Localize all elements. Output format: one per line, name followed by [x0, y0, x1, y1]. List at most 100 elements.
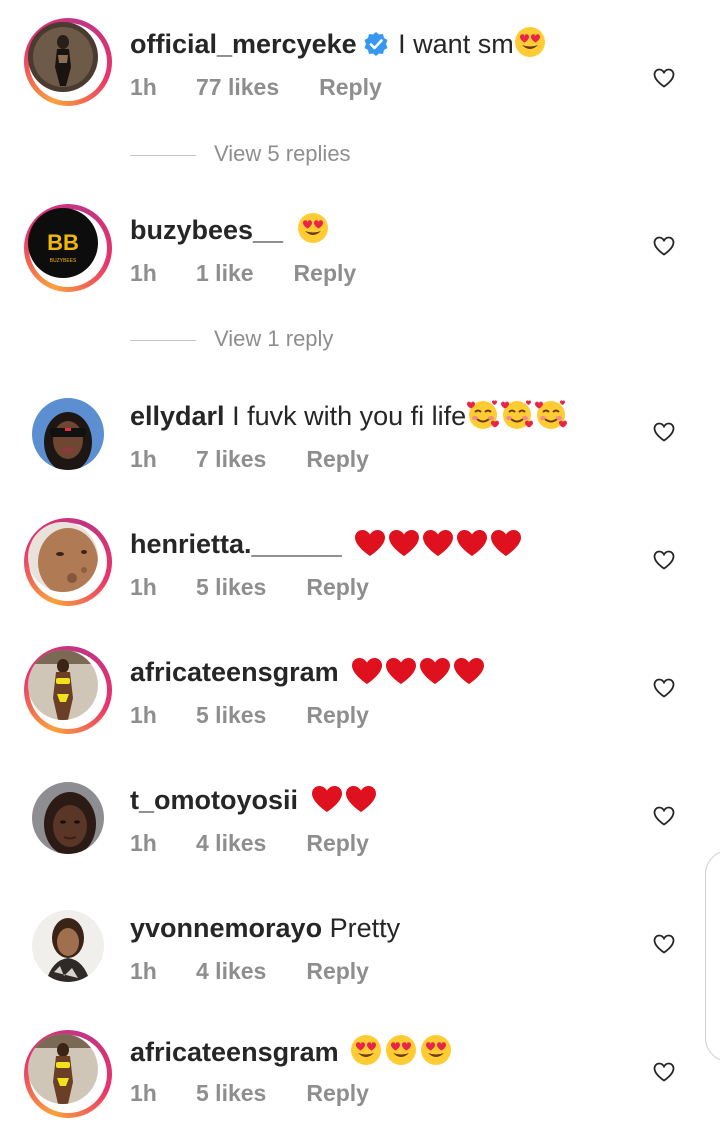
red-heart-emoji	[353, 528, 387, 567]
comment-item: africateensgram 1h 5 likes Reply	[0, 646, 720, 746]
reply-button[interactable]: Reply	[294, 260, 357, 287]
avatar-wrap[interactable]	[24, 902, 112, 990]
reply-button[interactable]: Reply	[306, 830, 369, 857]
view-replies-label: View 5 replies	[214, 141, 351, 166]
comment-text: I want sm	[398, 29, 514, 59]
red-heart-emoji	[489, 528, 523, 567]
avatar-wrap[interactable]	[24, 774, 112, 862]
comment-line: henrietta.______	[130, 526, 523, 567]
heart-eyes-emoji	[385, 1034, 417, 1075]
logo-text: BB	[47, 230, 79, 255]
comment-line: official_mercyeke I want sm	[130, 26, 546, 67]
comment-likes[interactable]: 77 likes	[196, 74, 279, 101]
comment-item: yvonnemorayo Pretty 1h 4 likes Reply	[0, 902, 720, 1002]
comment-line: africateensgram	[130, 654, 486, 695]
reply-button[interactable]: Reply	[306, 958, 369, 985]
heart-eyes-emoji	[350, 1034, 382, 1075]
avatar	[28, 522, 98, 592]
avatar-story-ring[interactable]	[24, 1030, 112, 1118]
reply-button[interactable]: Reply	[306, 702, 369, 729]
comment-username[interactable]: buzybees__	[130, 215, 283, 245]
heart-eyes-emoji	[514, 26, 546, 67]
heart-outline-icon[interactable]	[652, 420, 676, 444]
heart-eyes-emoji	[420, 1034, 452, 1075]
edge-panel-handle[interactable]	[705, 850, 720, 1062]
view-replies-button[interactable]: View 5 replies	[130, 141, 351, 171]
comment-likes[interactable]: 7 likes	[196, 446, 266, 473]
comment-meta: 1h 4 likes Reply	[130, 830, 369, 857]
red-heart-emoji	[421, 528, 455, 567]
comment-likes[interactable]: 4 likes	[196, 830, 266, 857]
avatar-story-ring[interactable]	[24, 518, 112, 606]
comment-meta: 1h 4 likes Reply	[130, 958, 369, 985]
comment-username[interactable]: official_mercyeke	[130, 29, 357, 59]
heart-outline-icon[interactable]	[652, 804, 676, 828]
verified-badge-icon	[363, 30, 389, 66]
reply-button[interactable]: Reply	[306, 446, 369, 473]
red-heart-emoji	[384, 656, 418, 695]
red-heart-emoji	[418, 656, 452, 695]
smiling-face-with-hearts-emoji	[466, 398, 500, 439]
comment-username[interactable]: henrietta.______	[130, 529, 342, 559]
avatar-story-ring[interactable]: BB BUZYBEES	[24, 204, 112, 292]
comment-item: henrietta.______ 1h 5 likes Reply	[0, 518, 720, 618]
avatar	[28, 650, 98, 720]
avatar	[32, 782, 104, 854]
red-heart-emoji	[344, 784, 378, 823]
heart-outline-icon[interactable]	[652, 234, 676, 258]
red-heart-emoji	[350, 656, 384, 695]
smiling-face-with-hearts-emoji	[534, 398, 568, 439]
comment-line: t_omotoyosii	[130, 782, 378, 823]
comment-meta: 1h 7 likes Reply	[130, 446, 369, 473]
reply-button[interactable]: Reply	[306, 574, 369, 601]
smiling-face-with-hearts-emoji	[500, 398, 534, 439]
avatar-wrap[interactable]	[24, 390, 112, 478]
comment-username[interactable]: yvonnemorayo	[130, 913, 322, 943]
comment-likes[interactable]: 1 like	[196, 260, 254, 287]
comment-line: africateensgram	[130, 1034, 452, 1075]
heart-outline-icon[interactable]	[652, 66, 676, 90]
red-heart-emoji	[310, 784, 344, 823]
svg-text:BUZYBEES: BUZYBEES	[50, 258, 77, 264]
avatar-story-ring[interactable]	[24, 18, 112, 106]
view-replies-label: View 1 reply	[214, 326, 334, 351]
comment-time: 1h	[130, 958, 157, 984]
avatar-story-ring[interactable]	[24, 646, 112, 734]
heart-eyes-emoji	[297, 212, 329, 253]
comment-time: 1h	[130, 830, 157, 856]
comment-username[interactable]: africateensgram	[130, 657, 339, 687]
comment-username[interactable]: t_omotoyosii	[130, 785, 298, 815]
comment-likes[interactable]: 5 likes	[196, 702, 266, 729]
comment-item: BB BUZYBEES buzybees__ 1h 1 like Reply	[0, 204, 720, 304]
comment-likes[interactable]: 4 likes	[196, 958, 266, 985]
comment-item: t_omotoyosii 1h 4 likes Reply	[0, 774, 720, 874]
comment-line: buzybees__	[130, 212, 329, 253]
divider	[130, 154, 196, 156]
reply-button[interactable]: Reply	[319, 74, 382, 101]
avatar	[28, 22, 98, 92]
comment-meta: 1h 1 like Reply	[130, 260, 356, 287]
comment-item: official_mercyeke I want sm 1h 77 likes Re…	[0, 18, 720, 118]
comment-item: ellydarl I fuvk with you fi life 1h 7 lik…	[0, 390, 720, 490]
red-heart-emoji	[452, 656, 486, 695]
comment-username[interactable]: africateensgram	[130, 1037, 339, 1067]
comment-text: Pretty	[329, 913, 401, 943]
heart-outline-icon[interactable]	[652, 1060, 676, 1084]
comment-time: 1h	[130, 702, 157, 728]
view-replies-button[interactable]: View 1 reply	[130, 326, 333, 356]
comment-username[interactable]: ellydarl	[130, 401, 225, 431]
comment-meta: 1h 5 likes Reply	[130, 574, 369, 601]
avatar	[32, 398, 104, 470]
comment-time: 1h	[130, 74, 157, 100]
comment-time: 1h	[130, 260, 157, 286]
comment-line: ellydarl I fuvk with you fi life	[130, 398, 568, 439]
heart-outline-icon[interactable]	[652, 676, 676, 700]
heart-outline-icon[interactable]	[652, 932, 676, 956]
heart-outline-icon[interactable]	[652, 548, 676, 572]
divider	[130, 339, 196, 341]
comment-item: africateensgram 1h 5 likes Reply	[0, 1030, 720, 1130]
comment-likes[interactable]: 5 likes	[196, 574, 266, 601]
avatar	[28, 1034, 98, 1104]
comment-time: 1h	[130, 574, 157, 600]
comment-meta: 1h 5 likes Reply	[130, 702, 369, 729]
